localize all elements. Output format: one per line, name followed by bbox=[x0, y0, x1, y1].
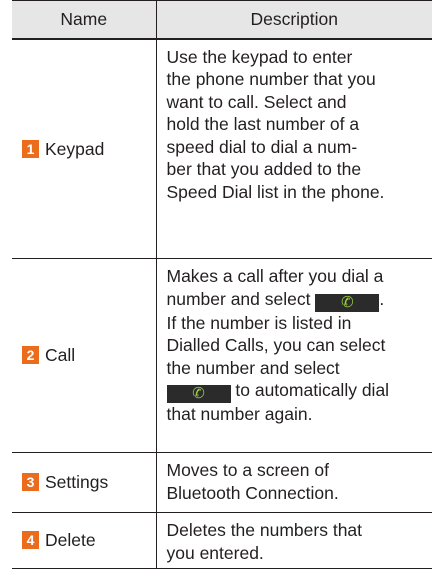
description-line: Deletes the numbers that bbox=[167, 519, 432, 542]
description-line: Bluetooth Connection. bbox=[167, 482, 432, 505]
description-line: Dialled Calls, you can select bbox=[167, 334, 432, 357]
number-badge: 2 bbox=[22, 346, 39, 364]
description-line: Speed Dial list in the phone. bbox=[167, 181, 432, 204]
number-badge: 4 bbox=[22, 531, 39, 549]
description-cell: Makes a call after you dial a number and… bbox=[156, 259, 432, 453]
item-name: Settings bbox=[45, 472, 108, 492]
description-cell: Deletes the numbers that you entered. bbox=[156, 513, 432, 569]
description-line: Moves to a screen of bbox=[167, 459, 432, 482]
table-header-row: Name Description bbox=[12, 1, 432, 39]
description-line: number and select ✆. bbox=[167, 288, 432, 312]
description-line: want to call. Select and bbox=[167, 91, 432, 114]
item-name: Delete bbox=[45, 530, 96, 550]
table-row: 2 Call Makes a call after you dial a numb… bbox=[12, 259, 432, 453]
table-row: 4 Delete Deletes the numbers that you ent… bbox=[12, 513, 432, 569]
description-line: ✆ to automatically dial bbox=[167, 379, 432, 403]
name-cell: 1 Keypad bbox=[12, 39, 156, 259]
table-row: 1 Keypad Use the keypad to enter the phon… bbox=[12, 39, 432, 259]
keypad-function-table: Name Description 1 Keypad Use the keypad … bbox=[12, 0, 432, 569]
description-line: that number again. bbox=[167, 403, 432, 426]
description-cell: Use the keypad to enter the phone number… bbox=[156, 39, 432, 259]
description-line: you entered. bbox=[167, 542, 432, 565]
call-button-icon: ✆ bbox=[315, 294, 379, 312]
header-description: Description bbox=[156, 1, 432, 39]
description-line: hold the last number of a bbox=[167, 113, 432, 136]
call-button-icon: ✆ bbox=[167, 385, 231, 403]
name-cell: 2 Call bbox=[12, 259, 156, 453]
description-line: Makes a call after you dial a bbox=[167, 265, 432, 288]
description-line: ber that you added to the bbox=[167, 158, 432, 181]
name-cell: 3 Settings bbox=[12, 453, 156, 513]
page: Name Description 1 Keypad Use the keypad … bbox=[0, 0, 432, 566]
description-line: Use the keypad to enter bbox=[167, 46, 432, 69]
item-name: Keypad bbox=[45, 139, 104, 159]
description-line: If the number is listed in bbox=[167, 312, 432, 335]
name-cell: 4 Delete bbox=[12, 513, 156, 569]
header-name: Name bbox=[12, 1, 156, 39]
description-cell: Moves to a screen of Bluetooth Connectio… bbox=[156, 453, 432, 513]
description-line: the phone number that you bbox=[167, 68, 432, 91]
description-line: speed dial to dial a num- bbox=[167, 136, 432, 159]
number-badge: 3 bbox=[22, 473, 39, 491]
number-badge: 1 bbox=[22, 140, 39, 158]
table-row: 3 Settings Moves to a screen of Bluetooth… bbox=[12, 453, 432, 513]
item-name: Call bbox=[45, 345, 75, 365]
description-line: the number and select bbox=[167, 357, 432, 380]
